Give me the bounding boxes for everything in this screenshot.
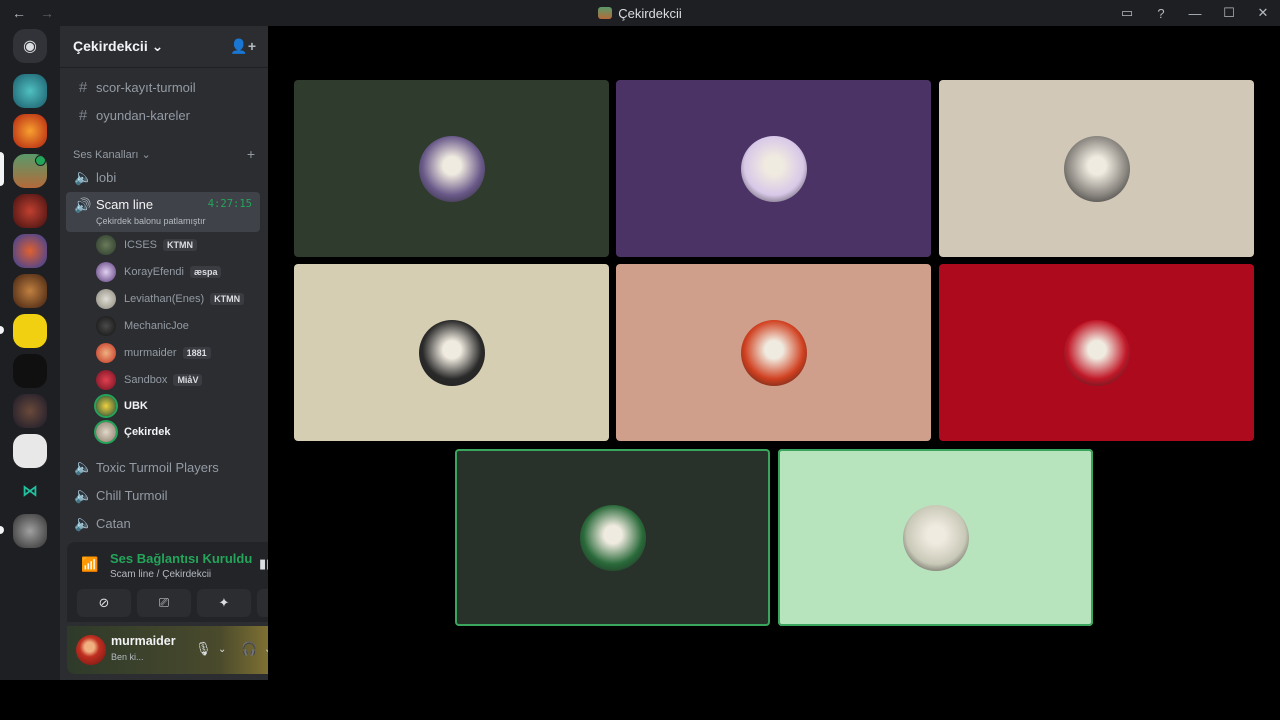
avatar [96,422,116,442]
participant-tile[interactable] [294,264,609,441]
invite-icon[interactable]: 👤+ [230,38,256,55]
microphone-icon[interactable]: 🎙 [195,641,212,657]
active-server-pill [0,152,4,186]
text-channel[interactable]: # scor-kayıt-turmoil [66,74,260,100]
server-mini-icon [598,7,613,19]
activities-icon[interactable]: ✦ [197,589,251,617]
add-channel-icon[interactable]: + [247,146,255,162]
server-icon[interactable] [13,114,47,148]
participant-avatar [418,135,485,202]
window-controls: ▭ ? — ☐ ✕ [1110,0,1280,26]
participant-tile[interactable] [939,264,1254,441]
server-icon-active[interactable] [13,154,47,188]
participant-tile-speaking[interactable] [455,449,770,626]
avatar [96,343,116,363]
minimize-button[interactable]: — [1178,0,1212,26]
avatar [96,396,116,416]
avatar[interactable] [76,635,106,665]
server-icon[interactable] [13,274,47,308]
hash-icon: # [78,78,88,96]
voice-user[interactable]: ICSES KTMN [96,233,198,257]
participant-tile[interactable] [939,80,1254,257]
hash-icon: # [78,106,88,124]
voice-user[interactable]: murmaider 1881 [96,341,211,365]
forward-arrow-icon[interactable]: → [40,5,54,21]
speaker-icon: 🔊 [74,197,92,213]
avatar [96,370,116,390]
voice-category[interactable]: Ses Kanalları ⌄ + [73,146,255,162]
avatar [96,316,116,336]
server-header[interactable]: Çekirdekcii ⌄ 👤+ [60,26,268,68]
server-icon[interactable] [13,434,47,468]
voice-user-speaking[interactable]: Çekirdek [96,420,170,444]
text-channel[interactable]: # oyundan-kareler [66,102,260,128]
unread-pill [0,326,4,334]
inbox-icon[interactable]: ▭ [1110,0,1144,26]
server-icon[interactable] [13,234,47,268]
server-icon[interactable] [13,314,47,348]
close-button[interactable]: ✕ [1246,0,1280,26]
avatar [96,235,116,255]
participant-avatar [418,319,485,386]
discord-home-icon[interactable]: ◉ [13,29,47,63]
headphones-icon[interactable]: 🎧 [241,641,257,657]
camera-off-icon[interactable]: ⊘ [77,589,131,617]
voice-channel[interactable]: 🔈 Toxic Turmoil Players [66,454,260,480]
voice-channel[interactable]: 🔈 lobi [66,164,260,190]
avatar [96,262,116,282]
participant-avatar [740,319,807,386]
chevron-down-icon[interactable]: ⌄ [218,644,226,655]
participant-avatar [579,504,646,571]
window-title: Çekirdekcii [0,6,1280,21]
voice-channel[interactable]: 🔈 Chill Turmoil [66,482,260,508]
avatar [96,289,116,309]
server-icon[interactable] [13,514,47,548]
voice-user[interactable]: Leviathan(Enes) KTMN [96,287,245,311]
voice-user[interactable]: Sandbox MiåV [96,368,203,392]
participant-avatar [740,135,807,202]
title-bar: ← → Çekirdekcii ▭ ? — ☐ ✕ [0,0,1280,26]
participant-tile-speaking[interactable] [778,449,1093,626]
participant-avatar [1063,319,1130,386]
participant-avatar [902,504,969,571]
speaker-icon: 🔈 [74,169,93,186]
chevron-down-icon: ⌄ [151,38,164,54]
server-icon[interactable] [13,394,47,428]
voice-active-badge-icon [35,155,46,166]
participant-tile[interactable] [616,264,931,441]
voice-channel[interactable]: 🔈 Catan [66,510,260,536]
server-icon[interactable] [13,194,47,228]
voice-user[interactable]: MechanicJoe [96,314,189,338]
signal-icon: 📶 [81,556,99,572]
unread-pill [0,526,4,534]
channel-sidebar: Çekirdekcii ⌄ 👤+ # scor-kayıt-turmoil # … [60,26,321,680]
maximize-button[interactable]: ☐ [1212,0,1246,26]
participant-tile[interactable] [294,80,609,257]
active-voice-channel[interactable]: 🔊 Scam line 4:27:15 Çekirdek balonu patl… [66,192,260,232]
speaker-icon: 🔈 [74,487,93,504]
server-list: ◉ ⋈ [0,26,60,680]
back-arrow-icon[interactable]: ← [12,5,26,21]
server-icon[interactable]: ⋈ [13,474,47,508]
participant-avatar [1063,135,1130,202]
server-icon[interactable] [13,354,47,388]
voice-user-speaking[interactable]: UΒK [96,394,148,418]
speaker-icon: 🔈 [74,515,93,532]
participant-tile[interactable] [616,80,931,257]
speaker-icon: 🔈 [74,459,93,476]
help-icon[interactable]: ? [1144,0,1178,26]
server-icon[interactable] [13,74,47,108]
voice-stage [268,26,1280,680]
chevron-down-icon: ⌄ [141,148,151,161]
history-nav: ← → [0,5,54,21]
bottom-black-area [0,680,1280,720]
screen-share-icon[interactable]: ⎚ [137,589,191,617]
voice-user[interactable]: KorayEfendi æspa [96,260,222,284]
